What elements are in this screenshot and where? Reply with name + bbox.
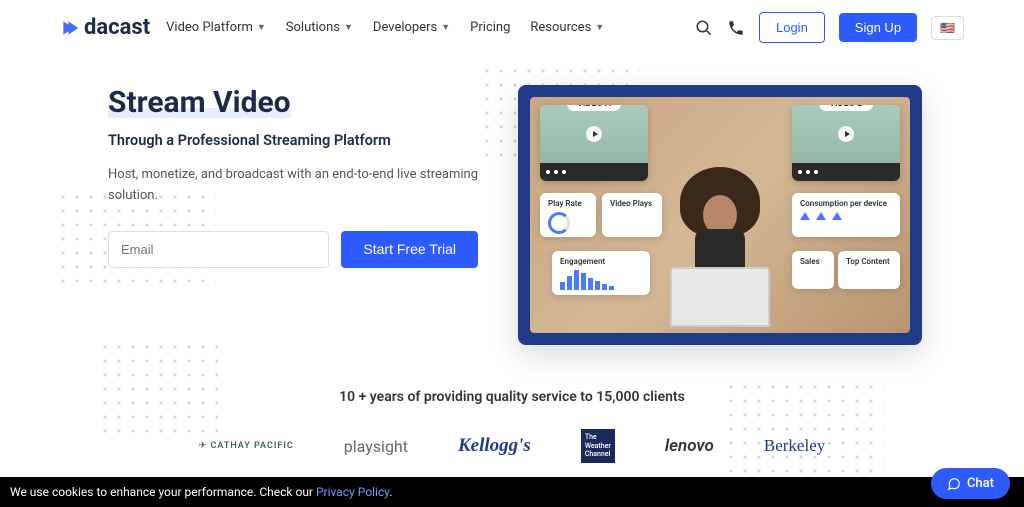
nav-label: Video Platform bbox=[166, 20, 253, 35]
cookie-text: We use cookies to enhance your performan… bbox=[10, 485, 316, 499]
email-input[interactable] bbox=[108, 231, 329, 268]
logo[interactable]: dacast bbox=[60, 15, 150, 40]
hero-right: VIDEO A VIDEO B Play Rate Video Plays En… bbox=[518, 85, 964, 345]
mini-video-content bbox=[540, 105, 648, 163]
brand-name: dacast bbox=[84, 15, 150, 40]
video-panel: VIDEO A VIDEO B Play Rate Video Plays En… bbox=[518, 85, 922, 345]
chevron-down-icon: ▼ bbox=[595, 22, 604, 33]
client-logos: ✈ CATHAY PACIFIC playsight Kellogg's The… bbox=[0, 429, 1024, 463]
chat-icon bbox=[947, 477, 961, 491]
cookie-suffix: . bbox=[389, 485, 392, 499]
language-selector[interactable]: 🇺🇸 bbox=[931, 16, 964, 40]
video-a-label: VIDEO A bbox=[567, 105, 621, 111]
stat-engagement: Engagement bbox=[552, 251, 650, 295]
mini-controls bbox=[792, 163, 900, 181]
nav-label: Developers bbox=[373, 20, 437, 35]
hero-title: Stream Video bbox=[108, 85, 291, 120]
stat-label: Sales bbox=[800, 257, 826, 266]
mini-video-b: VIDEO B bbox=[792, 105, 900, 181]
stat-video-plays: Video Plays bbox=[602, 193, 662, 237]
privacy-policy-link[interactable]: Privacy Policy bbox=[316, 485, 389, 499]
play-icon bbox=[586, 126, 602, 142]
mini-video-content bbox=[792, 105, 900, 163]
hero-description: Host, monetize, and broadcast with an en… bbox=[108, 165, 478, 207]
chevron-down-icon: ▼ bbox=[257, 22, 266, 33]
logo-cathay-pacific: ✈ CATHAY PACIFIC bbox=[199, 441, 294, 451]
nav-label: Resources bbox=[530, 20, 591, 35]
weather-line: Channel bbox=[585, 450, 611, 458]
header: dacast Video Platform ▼ Solutions ▼ Develo… bbox=[0, 0, 1024, 55]
main-nav: Video Platform ▼ Solutions ▼ Developers ▼ P… bbox=[166, 20, 604, 35]
weather-line: Weather bbox=[585, 442, 611, 450]
phone-icon[interactable] bbox=[727, 19, 745, 37]
weather-line: The bbox=[585, 433, 611, 441]
nav-pricing[interactable]: Pricing bbox=[470, 20, 510, 35]
mini-video-a: VIDEO A bbox=[540, 105, 648, 181]
hero-section: Stream Video Through a Professional Stre… bbox=[0, 55, 1024, 365]
nav-label: Pricing bbox=[470, 20, 510, 35]
logo-icon bbox=[60, 18, 80, 38]
logo-weather-channel: The Weather Channel bbox=[581, 429, 615, 463]
video-b-label: VIDEO B bbox=[819, 105, 873, 111]
mini-controls bbox=[540, 163, 648, 181]
logo-kelloggs: Kellogg's bbox=[458, 435, 531, 457]
stat-label: Top Content bbox=[846, 257, 892, 266]
stat-sales: Sales bbox=[792, 251, 834, 289]
cookie-bar: We use cookies to enhance your performan… bbox=[0, 477, 1024, 507]
circle-chart-icon bbox=[548, 212, 570, 234]
stat-label: Play Rate bbox=[548, 199, 588, 208]
logo-berkeley: Berkeley bbox=[764, 436, 825, 456]
logo-playsight: playsight bbox=[344, 437, 408, 456]
bar-chart-icon bbox=[560, 270, 642, 290]
nav-developers[interactable]: Developers ▼ bbox=[373, 20, 450, 35]
laptop-illustration bbox=[670, 267, 770, 327]
login-button[interactable]: Login bbox=[759, 12, 825, 43]
stat-label: Engagement bbox=[560, 257, 642, 266]
nav-label: Solutions bbox=[286, 20, 340, 35]
stat-label: Consumption per device bbox=[800, 199, 892, 208]
device-icons bbox=[800, 212, 892, 220]
stat-play-rate: Play Rate bbox=[540, 193, 596, 237]
chat-button[interactable]: Chat bbox=[931, 468, 1010, 499]
hero-left: Stream Video Through a Professional Stre… bbox=[108, 85, 478, 345]
chat-label: Chat bbox=[967, 476, 994, 491]
start-trial-button[interactable]: Start Free Trial bbox=[341, 231, 478, 268]
stat-consumption: Consumption per device bbox=[792, 193, 900, 237]
chevron-down-icon: ▼ bbox=[344, 22, 353, 33]
stat-top-content: Top Content bbox=[838, 251, 900, 289]
nav-solutions[interactable]: Solutions ▼ bbox=[286, 20, 353, 35]
search-icon[interactable] bbox=[695, 19, 713, 37]
nav-resources[interactable]: Resources ▼ bbox=[530, 20, 604, 35]
logo-lenovo: lenovo bbox=[665, 436, 714, 456]
play-icon bbox=[838, 126, 854, 142]
email-row: Start Free Trial bbox=[108, 231, 478, 268]
header-right: Login Sign Up 🇺🇸 bbox=[695, 12, 964, 43]
hero-subtitle: Through a Professional Streaming Platfor… bbox=[108, 132, 478, 149]
stat-label: Video Plays bbox=[610, 199, 654, 208]
tagline: 10 + years of providing quality service … bbox=[0, 389, 1024, 405]
chevron-down-icon: ▼ bbox=[441, 22, 450, 33]
signup-button[interactable]: Sign Up bbox=[839, 13, 917, 42]
nav-video-platform[interactable]: Video Platform ▼ bbox=[166, 20, 266, 35]
